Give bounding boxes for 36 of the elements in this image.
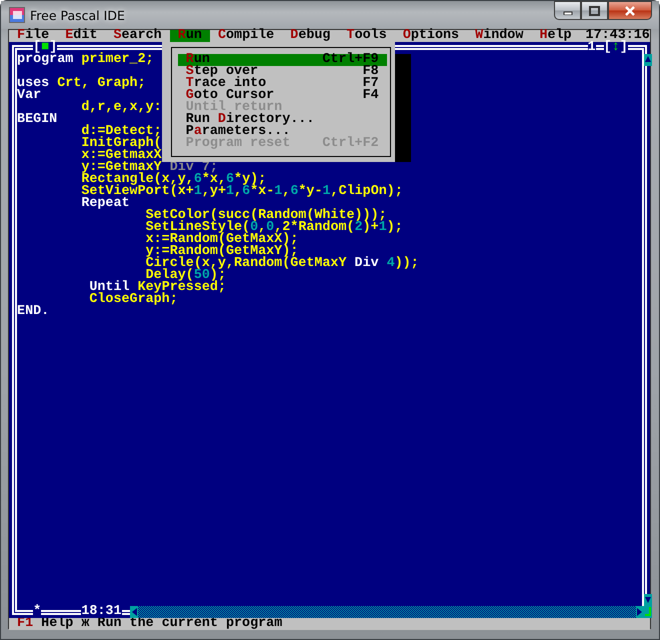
cursor-position: 18:31 — [81, 606, 122, 618]
code-line: BEGIN — [17, 112, 58, 127]
menu-item[interactable]: Edit — [57, 30, 106, 42]
clock: 17:43:16 — [586, 30, 650, 42]
close-button[interactable] — [608, 1, 652, 20]
menu-item[interactable]: Options — [394, 30, 468, 42]
minimize-button[interactable] — [554, 1, 581, 20]
scroll-left-icon[interactable] — [130, 606, 138, 618]
menu-item[interactable]: Run — [170, 30, 210, 42]
code-line: d,r,e,x,y: — [81, 100, 162, 115]
scroll-right-icon[interactable] — [636, 606, 644, 618]
menu-item[interactable]: Compile — [210, 30, 282, 42]
app-icon — [9, 7, 25, 23]
code-line: Var — [17, 88, 42, 103]
maximize-button[interactable] — [581, 1, 608, 20]
close-icon — [624, 6, 636, 16]
dropdown-menu-item[interactable]: Trace into F7 — [178, 78, 387, 90]
dropdown-menu-item[interactable]: Run Ctrl+F9 — [178, 54, 387, 66]
menu-item[interactable]: Window — [467, 30, 532, 42]
menu-item[interactable]: Help — [531, 30, 580, 42]
menu-item[interactable]: File — [9, 30, 58, 42]
window-title: Free Pascal IDE — [30, 7, 125, 25]
dropdown-menu-item[interactable]: Parameters... — [178, 126, 387, 138]
code-line: Repeat — [81, 196, 130, 211]
dropdown-menu-item[interactable]: Run Directory... — [178, 114, 387, 126]
modified-indicator: * — [33, 606, 42, 618]
dropdown-menu-item[interactable]: Goto Cursor F4 — [178, 90, 387, 102]
maximize-icon — [589, 6, 600, 16]
horizontal-scrollbar[interactable] — [130, 606, 644, 618]
menu-item[interactable]: Tools — [338, 30, 395, 42]
window-close-button[interactable]: [■] — [33, 42, 58, 54]
menu-item[interactable]: Search — [105, 30, 170, 42]
code-line: END. — [17, 304, 50, 319]
code-line: program primer_2; — [17, 52, 154, 67]
menu-item[interactable]: Debug — [282, 30, 339, 42]
zoom-button[interactable]: [↕] — [604, 42, 628, 54]
